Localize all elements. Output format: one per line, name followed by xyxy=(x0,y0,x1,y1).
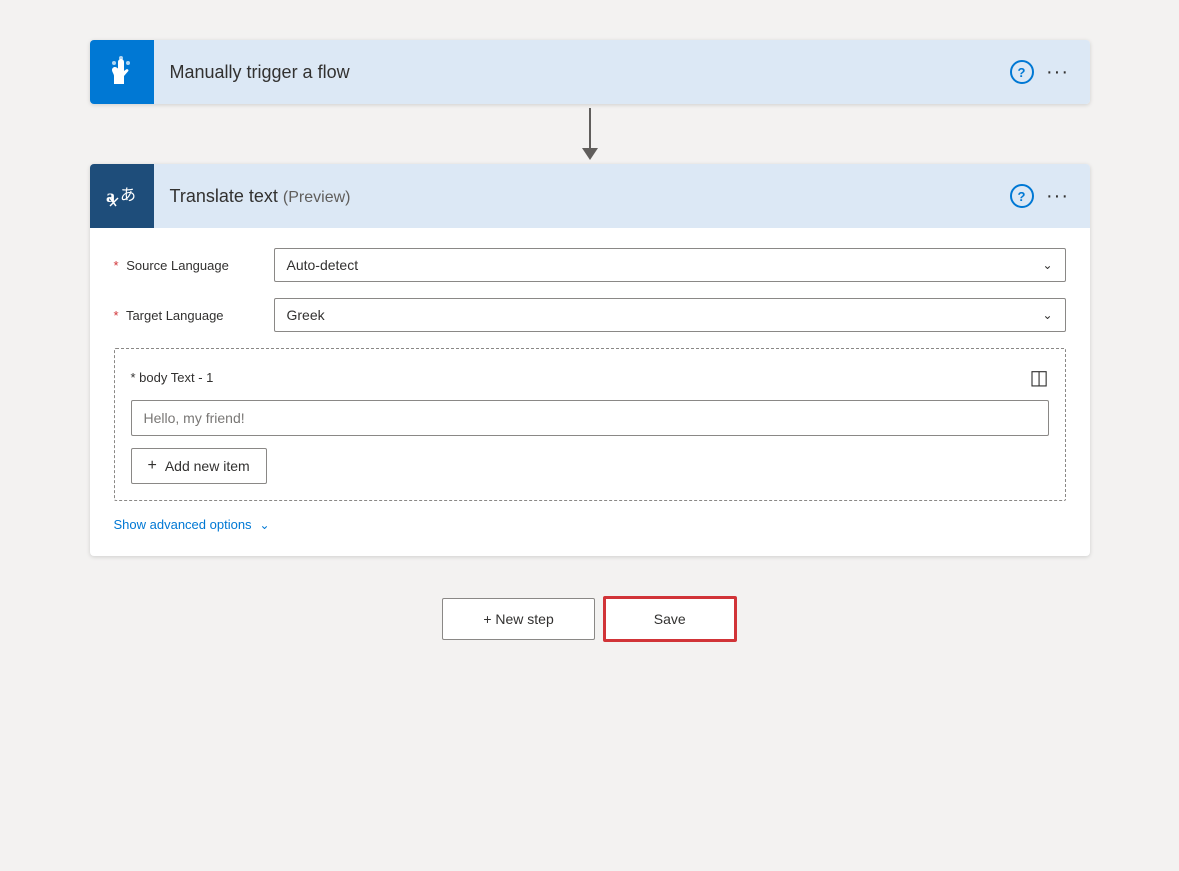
svg-text:あ: あ xyxy=(120,186,136,204)
source-language-label: * Source Language xyxy=(114,258,274,273)
body-text-label: * body Text - 1 xyxy=(131,370,214,385)
translate-icon: a あ xyxy=(90,164,154,228)
source-language-control: Auto-detect ⌄ xyxy=(274,248,1066,282)
connector-line xyxy=(589,108,591,148)
source-language-chevron-icon: ⌄ xyxy=(1042,258,1052,272)
target-language-dropdown[interactable]: Greek ⌄ xyxy=(274,298,1066,332)
target-language-value: Greek xyxy=(287,307,325,323)
plus-icon: + xyxy=(148,457,157,475)
translate-more-button[interactable]: ··· xyxy=(1042,180,1074,212)
trigger-help-button[interactable]: ? xyxy=(1010,60,1034,84)
trigger-more-button[interactable]: ··· xyxy=(1042,56,1074,88)
trigger-card: Manually trigger a flow ? ··· xyxy=(90,40,1090,104)
target-language-control: Greek ⌄ xyxy=(274,298,1066,332)
target-language-row: * Target Language Greek ⌄ xyxy=(114,298,1066,332)
translate-title-text: Translate text xyxy=(170,186,278,206)
add-new-item-label: Add new item xyxy=(165,458,250,474)
trigger-icon xyxy=(90,40,154,104)
body-text-value: Hello, my friend! xyxy=(144,410,245,426)
source-required-star: * xyxy=(114,258,119,273)
advanced-options-label: Show advanced options xyxy=(114,517,252,532)
translate-badge: (Preview) xyxy=(283,189,351,206)
flow-canvas: Manually trigger a flow ? ··· a あ xyxy=(90,40,1090,642)
source-language-row: * Source Language Auto-detect ⌄ xyxy=(114,248,1066,282)
source-language-label-text: Source Language xyxy=(126,258,229,273)
source-language-dropdown[interactable]: Auto-detect ⌄ xyxy=(274,248,1066,282)
new-step-button[interactable]: + New step xyxy=(442,598,594,640)
connector-arrow xyxy=(582,148,598,160)
body-text-input[interactable]: Hello, my friend! xyxy=(131,400,1049,436)
trigger-card-header: Manually trigger a flow ? ··· xyxy=(90,40,1090,104)
add-new-item-button[interactable]: + Add new item xyxy=(131,448,267,484)
bottom-actions: + New step Save xyxy=(90,596,1090,642)
advanced-options-chevron-icon: ⌄ xyxy=(260,518,270,532)
array-icon[interactable]: ◫ xyxy=(1030,365,1049,390)
translate-header-actions: ? ··· xyxy=(1010,180,1090,212)
trigger-card-title: Manually trigger a flow xyxy=(154,62,1010,83)
body-text-header: * body Text - 1 ◫ xyxy=(131,365,1049,390)
target-language-chevron-icon: ⌄ xyxy=(1042,308,1052,322)
target-language-label: * Target Language xyxy=(114,308,274,323)
trigger-header-actions: ? ··· xyxy=(1010,56,1090,88)
translate-card: a あ Translate text (Preview) ? ··· * xyxy=(90,164,1090,556)
advanced-options-toggle[interactable]: Show advanced options ⌄ xyxy=(114,517,1066,532)
translate-card-title: Translate text (Preview) xyxy=(154,186,1010,207)
translate-card-body: * Source Language Auto-detect ⌄ * Target… xyxy=(90,228,1090,556)
flow-connector xyxy=(582,104,598,164)
target-language-label-text: Target Language xyxy=(126,308,224,323)
translate-card-header: a あ Translate text (Preview) ? ··· xyxy=(90,164,1090,228)
body-text-section: * body Text - 1 ◫ Hello, my friend! + Ad… xyxy=(114,348,1066,501)
target-required-star: * xyxy=(114,308,119,323)
translate-help-button[interactable]: ? xyxy=(1010,184,1034,208)
save-button[interactable]: Save xyxy=(603,596,737,642)
source-language-value: Auto-detect xyxy=(287,257,359,273)
